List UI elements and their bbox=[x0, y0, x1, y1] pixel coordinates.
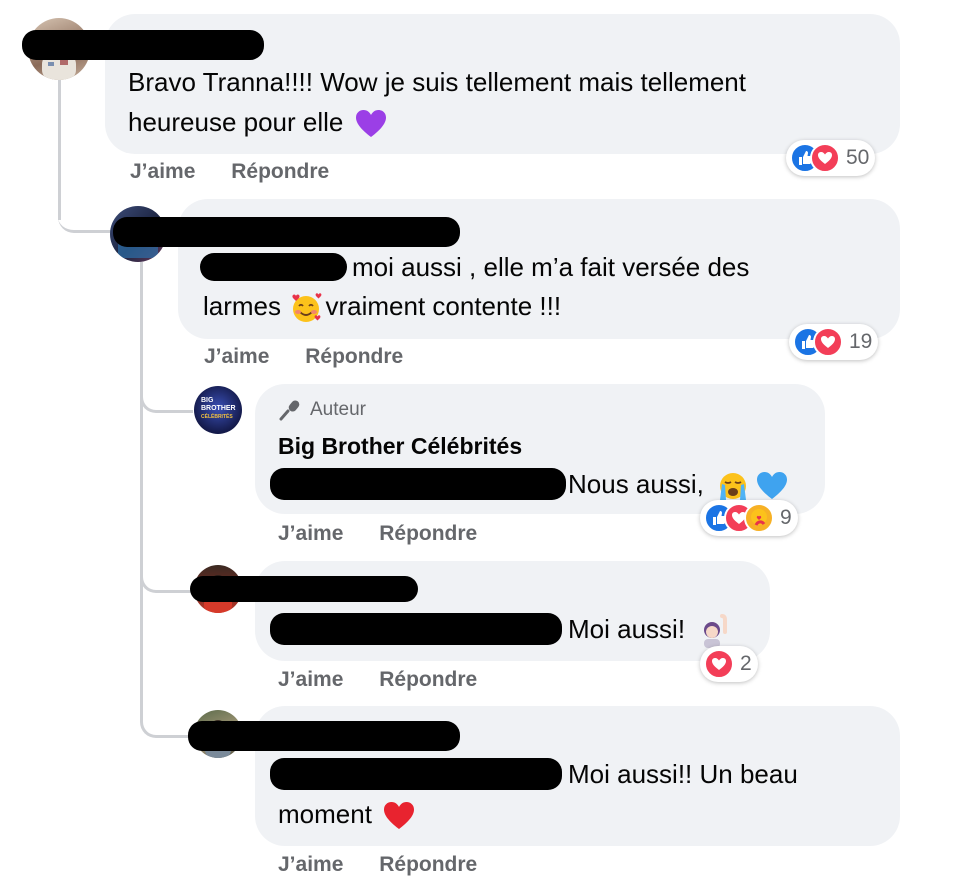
reply-button[interactable]: Répondre bbox=[231, 160, 329, 183]
redacted-username bbox=[190, 576, 418, 602]
comment-text: Moi aussi!! Un beau bbox=[568, 759, 798, 789]
comment-text-line2: moment bbox=[278, 794, 415, 834]
thread-curve-1 bbox=[58, 200, 113, 233]
page-avatar[interactable]: BIG BROTHER CÉLÉBRITÉS bbox=[194, 386, 242, 434]
redacted-mention bbox=[270, 613, 562, 645]
avatar-logo-text: BROTHER bbox=[201, 405, 236, 412]
love-reaction-icon bbox=[813, 327, 843, 357]
redacted-mention bbox=[200, 253, 347, 281]
redacted-username bbox=[188, 721, 460, 751]
like-button[interactable]: J’aime bbox=[278, 853, 343, 876]
author-name[interactable]: Big Brother Célébrités bbox=[278, 433, 522, 460]
comment-actions: J’aime Répondre bbox=[278, 853, 507, 877]
reply-button[interactable]: Répondre bbox=[379, 668, 477, 691]
love-reaction-icon bbox=[810, 143, 840, 173]
red-heart-icon bbox=[384, 802, 415, 830]
thread-line-main bbox=[58, 80, 61, 220]
redacted-mention bbox=[270, 758, 562, 790]
comment-actions: J’aime Répondre bbox=[278, 668, 507, 692]
reaction-count: 9 bbox=[780, 506, 792, 529]
smiling-face-with-hearts-icon bbox=[292, 293, 322, 323]
person-raising-hand-icon bbox=[704, 614, 728, 649]
thread-curve-2 bbox=[140, 380, 193, 413]
comment-text: Bravo Tranna!!!! Wow je suis tellement m… bbox=[128, 67, 746, 97]
comment-text-line2: heureuse pour elle bbox=[128, 102, 387, 142]
comment-actions: J’aime Répondre bbox=[204, 345, 433, 369]
reaction-summary[interactable]: 50 bbox=[786, 140, 876, 176]
love-reaction-icon bbox=[704, 649, 734, 679]
reaction-summary[interactable]: 19 bbox=[789, 324, 879, 360]
blue-heart-icon bbox=[757, 472, 788, 500]
like-button[interactable]: J’aime bbox=[130, 160, 195, 183]
comment-actions: J’aime Répondre bbox=[278, 522, 507, 546]
thread-curve-3 bbox=[140, 560, 193, 593]
reply-button[interactable]: Répondre bbox=[379, 853, 477, 876]
comment-text: Nous aussi, bbox=[568, 464, 788, 504]
purple-heart-icon bbox=[355, 110, 386, 138]
microphone-icon bbox=[279, 400, 300, 421]
reaction-summary[interactable]: 9 bbox=[700, 500, 798, 536]
reaction-count: 2 bbox=[740, 652, 752, 675]
redacted-username bbox=[113, 217, 460, 247]
redacted-mention bbox=[270, 468, 566, 500]
like-button[interactable]: J’aime bbox=[204, 345, 269, 368]
reply-button[interactable]: Répondre bbox=[379, 522, 477, 545]
author-badge: Auteur bbox=[278, 398, 366, 422]
thread-curve-4 bbox=[140, 705, 193, 738]
crying-face-icon bbox=[720, 473, 747, 501]
avatar-logo-text: CÉLÉBRITÉS bbox=[201, 414, 233, 420]
thread-line-replies bbox=[140, 262, 143, 722]
like-button[interactable]: J’aime bbox=[278, 668, 343, 691]
reaction-count: 19 bbox=[849, 330, 873, 353]
comment-text: Moi aussi! bbox=[568, 609, 730, 649]
reply-button[interactable]: Répondre bbox=[305, 345, 403, 368]
avatar-logo-text: BIG bbox=[201, 397, 214, 404]
like-button[interactable]: J’aime bbox=[278, 522, 343, 545]
comment-text: moi aussi , elle m’a fait versée des bbox=[352, 252, 750, 282]
comment-text-line2: larmes vraiment contente !!! bbox=[203, 286, 561, 326]
comment-actions: J’aime Répondre bbox=[130, 160, 359, 184]
author-badge-label: Auteur bbox=[310, 399, 366, 420]
care-reaction-icon bbox=[744, 503, 774, 533]
reaction-summary[interactable]: 2 bbox=[700, 646, 758, 682]
reaction-count: 50 bbox=[846, 146, 870, 169]
redacted-username bbox=[22, 30, 264, 60]
